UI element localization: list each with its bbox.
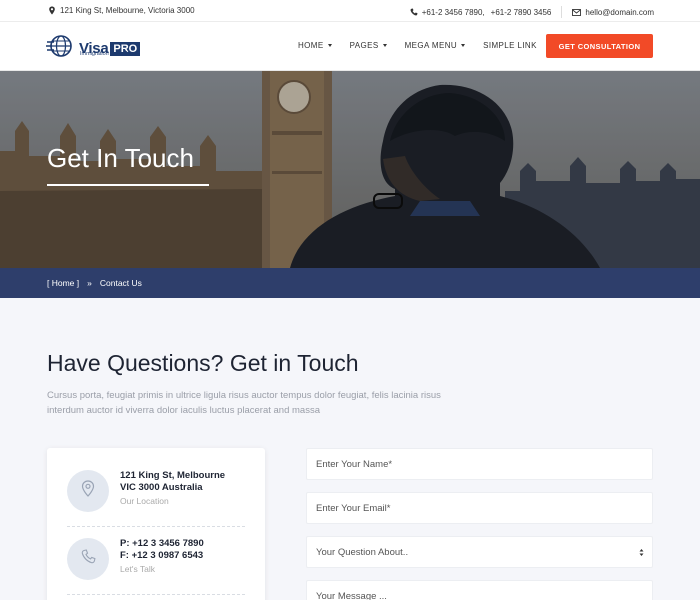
phone-label: Let's Talk <box>120 564 156 574</box>
topbar-address: 121 King St, Melbourne, Victoria 3000 <box>48 6 195 15</box>
location-line-1: 121 King St, Melbourne <box>120 470 226 481</box>
topbar-email[interactable]: hello@domain.com <box>585 8 654 17</box>
site-header: Visa PRO Immigration Consulting HOME PAG… <box>0 22 700 71</box>
contact-phone: P: +12 3 3456 7890 F: +12 3 0987 6543 Le… <box>67 538 204 580</box>
nav-simple-link[interactable]: SIMPLE LINK <box>483 41 537 50</box>
main-nav: HOME PAGES MEGA MENU SIMPLE LINK <box>298 41 555 50</box>
breadcrumb-separator: » <box>87 278 92 288</box>
envelope-icon <box>572 8 582 16</box>
select-arrows-icon <box>639 548 644 560</box>
nav-mega-menu-label: MEGA MENU <box>404 41 458 50</box>
topbar-divider <box>561 6 563 18</box>
hero-title: Get In Touch <box>47 143 194 173</box>
nav-home[interactable]: HOME <box>298 41 332 50</box>
breadcrumb-home-link[interactable]: [ Home ] <box>47 278 79 288</box>
get-consultation-button[interactable]: GET CONSULTATION <box>546 34 653 58</box>
breadcrumb-current: Contact Us <box>99 278 142 288</box>
phone-line-2[interactable]: F: +12 3 0987 6543 <box>120 550 204 562</box>
page-section-description: Cursus porta, feugiat primis in ultrice … <box>47 390 441 416</box>
email-field[interactable]: Enter Your Email* <box>306 492 653 524</box>
site-logo[interactable]: Visa PRO Immigration Consulting <box>46 34 141 63</box>
phone-icon <box>81 549 96 569</box>
nav-pages[interactable]: PAGES <box>350 41 387 50</box>
breadcrumb: [ Home ] » Contact Us <box>0 268 700 298</box>
phone-icon <box>410 8 418 16</box>
card-divider <box>67 594 245 595</box>
topbar-phone-2[interactable]: +61-2 7890 3456 <box>491 8 552 17</box>
message-textarea[interactable]: Your Message ... <box>306 580 653 600</box>
name-field[interactable]: Enter Your Name* <box>306 448 653 480</box>
nav-pages-label: PAGES <box>349 41 379 50</box>
topbar-phone-1[interactable]: +61-2 3456 7890, <box>422 8 485 17</box>
logo-tagline: Immigration Consulting <box>80 51 137 57</box>
location-line-2: VIC 3000 Australia <box>120 482 203 493</box>
hero-title-underline <box>47 184 209 186</box>
topbar-address-text: 121 King St, Melbourne, Victoria 3000 <box>60 6 195 15</box>
contact-location: 121 King St, Melbourne VIC 3000 Australi… <box>67 470 225 512</box>
card-divider <box>67 526 245 527</box>
phone-line-1[interactable]: P: +12 3 3456 7890 <box>120 538 204 550</box>
page-section-title: Have Questions? Get in Touch <box>47 350 359 376</box>
globe-logo-icon <box>46 34 76 63</box>
map-pin-icon <box>48 6 56 15</box>
question-select[interactable]: Your Question About.. <box>306 536 653 568</box>
nav-home-label: HOME <box>298 41 324 50</box>
map-pin-icon <box>81 480 95 502</box>
question-select-value: Your Question About.. <box>316 546 409 558</box>
hero-banner: Get In Touch <box>0 71 700 268</box>
chevron-down-icon <box>382 44 387 47</box>
top-bar: 121 King St, Melbourne, Victoria 3000 +6… <box>0 0 700 22</box>
phone-icon-circle <box>67 538 109 580</box>
location-label: Our Location <box>120 496 169 506</box>
chevron-down-icon <box>327 44 332 47</box>
chevron-down-icon <box>461 44 466 47</box>
contact-info-card: 121 King St, Melbourne VIC 3000 Australi… <box>47 448 265 600</box>
nav-mega-menu[interactable]: MEGA MENU <box>405 41 466 50</box>
location-icon-circle <box>67 470 109 512</box>
nav-simple-link-label: SIMPLE LINK <box>483 41 537 50</box>
